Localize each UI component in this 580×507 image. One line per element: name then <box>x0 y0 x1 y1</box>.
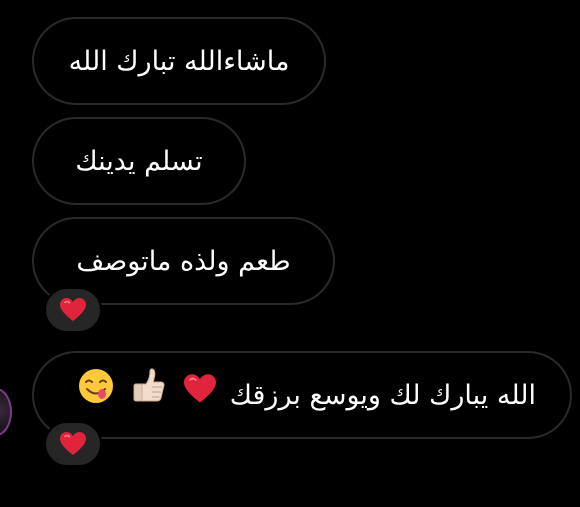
heart-icon <box>182 354 218 438</box>
reaction-badge[interactable] <box>44 287 102 333</box>
message-text: طعم ولذه ماتوصف <box>76 245 291 277</box>
thumbs-up-icon <box>130 354 168 438</box>
message-bubble[interactable]: تسلم يدينك <box>32 117 246 205</box>
message-text: الله يبارك لك ويوسع برزقك <box>229 379 536 411</box>
message-bubble[interactable]: الله يبارك لك ويوسع برزقك <box>32 351 572 439</box>
message-text: تسلم يدينك <box>75 145 203 177</box>
reaction-badge[interactable] <box>44 421 102 467</box>
message-thread: ماشاءالله تبارك الله تسلم يدينك طعم ولذه… <box>0 0 580 507</box>
avatar[interactable] <box>0 388 12 436</box>
heart-icon <box>60 298 86 321</box>
message-bubble[interactable]: ماشاءالله تبارك الله <box>32 17 326 105</box>
heart-icon <box>60 432 86 455</box>
message-text: ماشاءالله تبارك الله <box>68 45 290 77</box>
